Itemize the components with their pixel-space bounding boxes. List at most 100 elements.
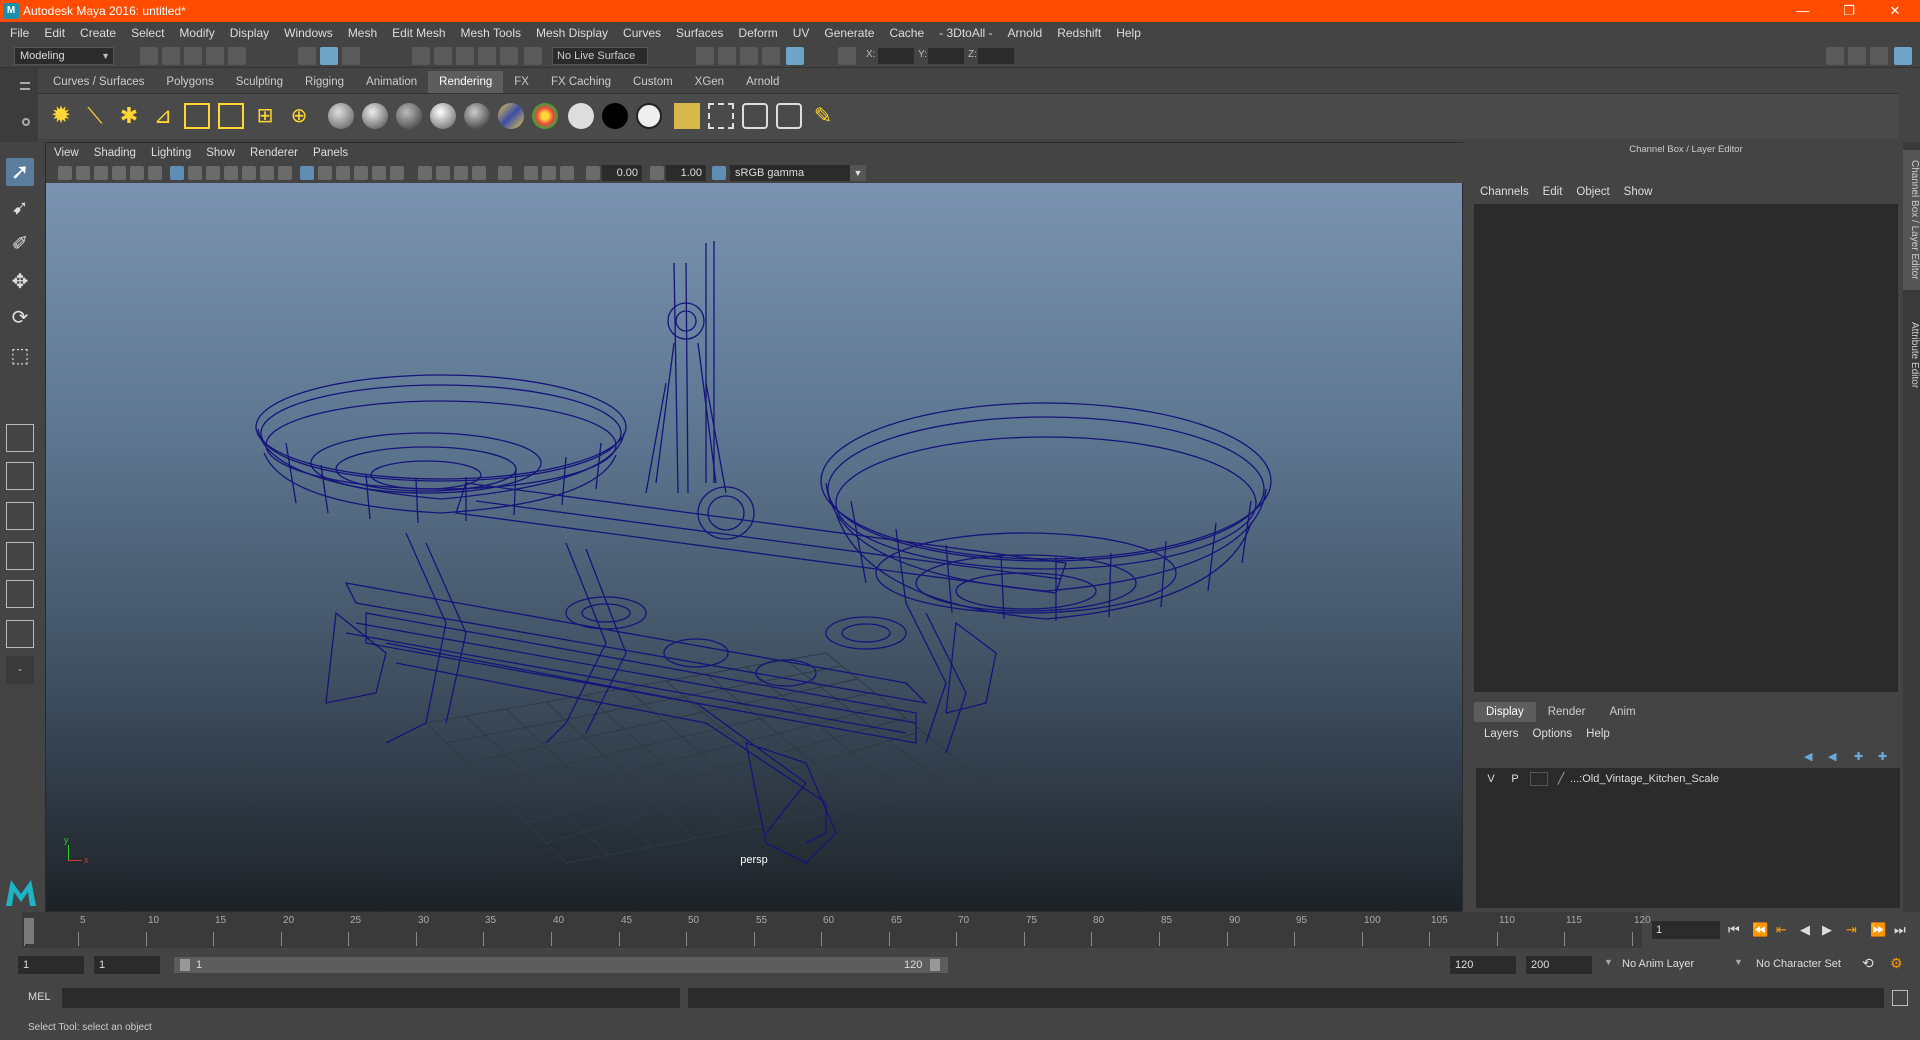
layer-name[interactable]: ...:Old_Vintage_Kitchen_Scale bbox=[1570, 773, 1719, 785]
render-current-icon[interactable] bbox=[674, 103, 700, 129]
undo-icon[interactable] bbox=[206, 47, 224, 65]
blinn-icon[interactable] bbox=[362, 103, 388, 129]
chevron-down-icon[interactable]: ▼ bbox=[1604, 957, 1613, 967]
command-input[interactable] bbox=[62, 988, 680, 1008]
channel-box-icon[interactable] bbox=[1894, 47, 1912, 65]
step-back-key-icon[interactable]: ⇤ bbox=[1776, 922, 1787, 938]
snap-grid-icon[interactable] bbox=[412, 47, 430, 65]
lambert-icon[interactable] bbox=[328, 103, 354, 129]
isolate-select-icon[interactable] bbox=[498, 166, 512, 180]
motion-blur-icon[interactable] bbox=[436, 166, 450, 180]
go-to-end-icon[interactable]: ⏭ bbox=[1894, 922, 1906, 938]
camera-select-icon[interactable] bbox=[58, 166, 72, 180]
mode-dropdown[interactable]: Modeling ▼ bbox=[14, 47, 114, 65]
camera-icon[interactable]: ⊞ bbox=[252, 103, 278, 129]
layer-menu-help[interactable]: Help bbox=[1586, 728, 1610, 740]
screen-space-ao-icon[interactable] bbox=[418, 166, 432, 180]
directional-light-icon[interactable]: ⟍ bbox=[82, 103, 108, 129]
select-object-icon[interactable] bbox=[320, 47, 338, 65]
restore-button[interactable]: ❐ bbox=[1826, 0, 1872, 22]
ambient-light-icon[interactable]: ✹ bbox=[48, 103, 74, 129]
tab-rendering[interactable]: Rendering bbox=[428, 71, 504, 93]
snap-curve-icon[interactable] bbox=[434, 47, 452, 65]
phong-e-icon[interactable] bbox=[430, 103, 456, 129]
vp-menu-lighting[interactable]: Lighting bbox=[151, 147, 191, 159]
render-frame-icon[interactable] bbox=[718, 47, 736, 65]
menu-deform[interactable]: Deform bbox=[738, 26, 777, 40]
select-hierarchy-icon[interactable] bbox=[298, 47, 316, 65]
vp-menu-panels[interactable]: Panels bbox=[313, 147, 348, 159]
close-button[interactable]: ✕ bbox=[1872, 0, 1918, 22]
gear-icon[interactable] bbox=[22, 118, 30, 126]
gamma-input[interactable]: 1.00 bbox=[666, 165, 706, 181]
tab-fx[interactable]: FX bbox=[503, 71, 540, 93]
image-plane-icon[interactable] bbox=[112, 166, 126, 180]
area-light-icon[interactable] bbox=[184, 103, 210, 129]
exposure-icon[interactable] bbox=[586, 166, 600, 180]
hypershade-icon[interactable] bbox=[786, 47, 804, 65]
minus-icon[interactable]: - bbox=[6, 656, 34, 684]
xray-joints-icon[interactable] bbox=[542, 166, 556, 180]
move-tool-icon[interactable]: ✥ bbox=[6, 268, 34, 296]
spot-light-icon[interactable]: ⊿ bbox=[150, 103, 176, 129]
channel-box-area[interactable] bbox=[1474, 204, 1898, 692]
grid-icon[interactable] bbox=[170, 166, 184, 180]
tab-arnold[interactable]: Arnold bbox=[735, 71, 790, 93]
menu-modify[interactable]: Modify bbox=[179, 26, 214, 40]
render-view-icon[interactable] bbox=[696, 47, 714, 65]
minimize-button[interactable]: — bbox=[1780, 0, 1826, 22]
rotate-tool-icon[interactable]: ⟳ bbox=[6, 304, 34, 332]
menu-mesh-tools[interactable]: Mesh Tools bbox=[461, 26, 521, 40]
y-input[interactable] bbox=[928, 48, 964, 64]
tab-sculpting[interactable]: Sculpting bbox=[225, 71, 294, 93]
2d-pan-zoom-icon[interactable] bbox=[130, 166, 144, 180]
surface-shader-black-icon[interactable] bbox=[602, 103, 628, 129]
grease-pencil-icon[interactable] bbox=[148, 166, 162, 180]
shadows-icon[interactable] bbox=[390, 166, 404, 180]
select-component-icon[interactable] bbox=[342, 47, 360, 65]
end-time-input[interactable]: 200 bbox=[1526, 956, 1592, 974]
history-icon[interactable] bbox=[524, 47, 542, 65]
ipr-icon[interactable] bbox=[708, 103, 734, 129]
smooth-shade-icon[interactable] bbox=[318, 166, 332, 180]
select-tool-icon[interactable]: ➚ bbox=[6, 158, 34, 186]
tool-settings-icon[interactable] bbox=[1870, 47, 1888, 65]
textured-icon[interactable] bbox=[354, 166, 368, 180]
anim-layer-dropdown[interactable]: No Anim Layer bbox=[1622, 958, 1694, 970]
camera-aim-icon[interactable]: ⊕ bbox=[286, 103, 312, 129]
menu-mesh[interactable]: Mesh bbox=[348, 26, 377, 40]
layer-type-toggle[interactable] bbox=[1530, 772, 1548, 786]
layer-menu-layers[interactable]: Layers bbox=[1484, 728, 1519, 740]
xray-components-icon[interactable] bbox=[560, 166, 574, 180]
ipr-render-icon[interactable] bbox=[740, 47, 758, 65]
tab-custom[interactable]: Custom bbox=[622, 71, 684, 93]
wireframe-icon[interactable] bbox=[300, 166, 314, 180]
menu-display[interactable]: Display bbox=[230, 26, 269, 40]
two-pane-icon[interactable] bbox=[6, 502, 34, 530]
start-time-input[interactable]: 1 bbox=[18, 956, 84, 974]
step-forward-key-icon[interactable]: ⇥ bbox=[1846, 922, 1857, 938]
range-slider[interactable]: 1 120 bbox=[174, 957, 948, 973]
four-pane-icon[interactable] bbox=[6, 462, 34, 490]
lights-icon[interactable] bbox=[372, 166, 386, 180]
open-scene-icon[interactable] bbox=[162, 47, 180, 65]
current-time-marker[interactable] bbox=[24, 918, 34, 944]
bookmark-icon[interactable] bbox=[94, 166, 108, 180]
menu-select[interactable]: Select bbox=[131, 26, 164, 40]
character-set-dropdown[interactable]: No Character Set bbox=[1756, 958, 1841, 970]
menu-create[interactable]: Create bbox=[80, 26, 116, 40]
snap-point-icon[interactable] bbox=[456, 47, 474, 65]
move-layer-up-icon[interactable]: ◀ bbox=[1804, 750, 1818, 764]
menu-mesh-display[interactable]: Mesh Display bbox=[536, 26, 608, 40]
gate-mask-icon[interactable] bbox=[224, 166, 238, 180]
layer-row[interactable]: V P ╱ ...:Old_Vintage_Kitchen_Scale bbox=[1476, 770, 1900, 788]
menu-generate[interactable]: Generate bbox=[824, 26, 874, 40]
menu-help[interactable]: Help bbox=[1116, 26, 1141, 40]
script-editor-icon[interactable] bbox=[1892, 990, 1908, 1006]
menu-surfaces[interactable]: Surfaces bbox=[676, 26, 723, 40]
layer-menu-options[interactable]: Options bbox=[1533, 728, 1573, 740]
render-setup-icon[interactable]: ✎ bbox=[810, 103, 836, 129]
layer-playback-toggle[interactable]: P bbox=[1506, 772, 1524, 786]
mel-label[interactable]: MEL bbox=[28, 991, 51, 1003]
safe-action-icon[interactable] bbox=[260, 166, 274, 180]
